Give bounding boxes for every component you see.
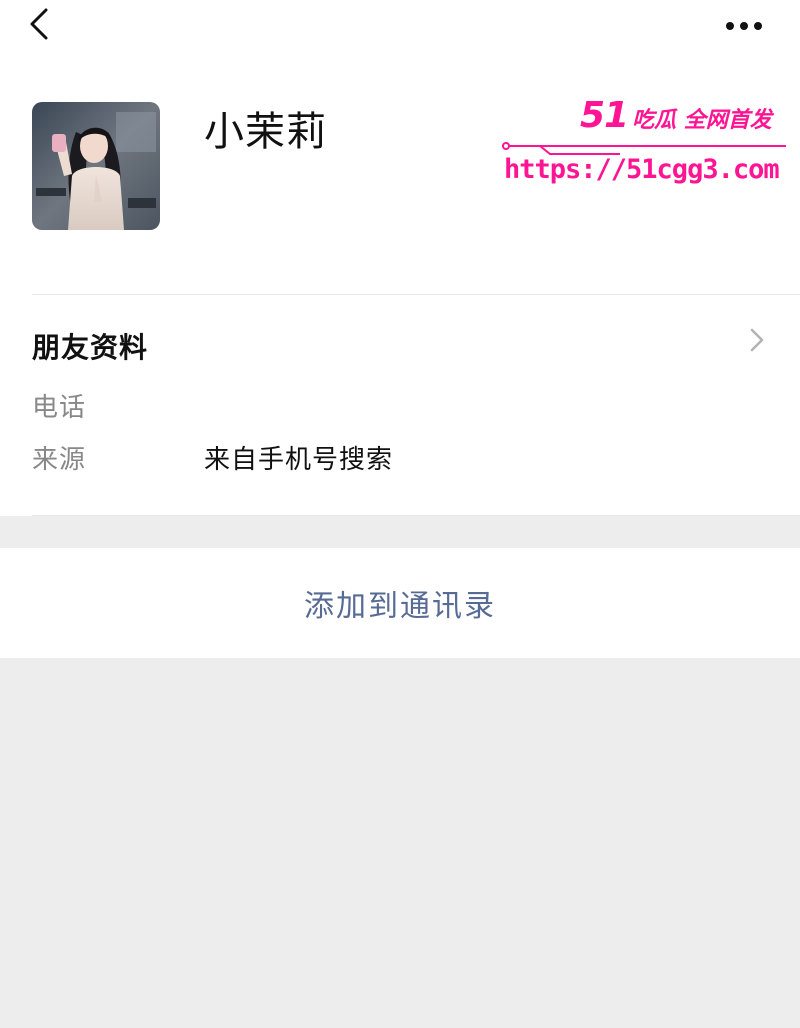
friend-info-title[interactable]: 朋友资料 xyxy=(32,326,148,370)
avatar[interactable] xyxy=(32,102,160,230)
profile-card: 小茉莉 51 吃瓜 全网首发 https://51cgg3.com 朋友资料 电话… xyxy=(0,0,800,516)
more-horizontal-icon xyxy=(726,22,762,30)
action-card: 添加到通讯录 xyxy=(0,548,800,658)
nickname: 小茉莉 xyxy=(204,109,327,155)
watermark-brand-number: 51 xyxy=(580,95,629,136)
watermark-brand: 51 吃瓜 全网首发 xyxy=(580,96,772,142)
chevron-right-icon xyxy=(750,328,764,352)
phone-label: 电话 xyxy=(32,393,87,423)
source-label: 来源 xyxy=(32,445,87,475)
add-to-contacts-button[interactable]: 添加到通讯录 xyxy=(0,548,800,658)
chevron-left-icon xyxy=(30,8,48,40)
back-button[interactable] xyxy=(22,4,58,44)
watermark-brand-text: 吃瓜 全网首发 xyxy=(632,108,772,133)
divider xyxy=(32,294,800,295)
watermark-overlay: 51 吃瓜 全网首发 https://51cgg3.com xyxy=(496,92,796,192)
more-button[interactable] xyxy=(716,4,772,44)
watermark-url: https://51cgg3.com xyxy=(504,154,780,185)
friend-info-chevron[interactable] xyxy=(744,324,768,356)
divider xyxy=(32,515,800,516)
avatar-photo xyxy=(32,102,160,230)
source-value: 来自手机号搜索 xyxy=(204,445,394,475)
